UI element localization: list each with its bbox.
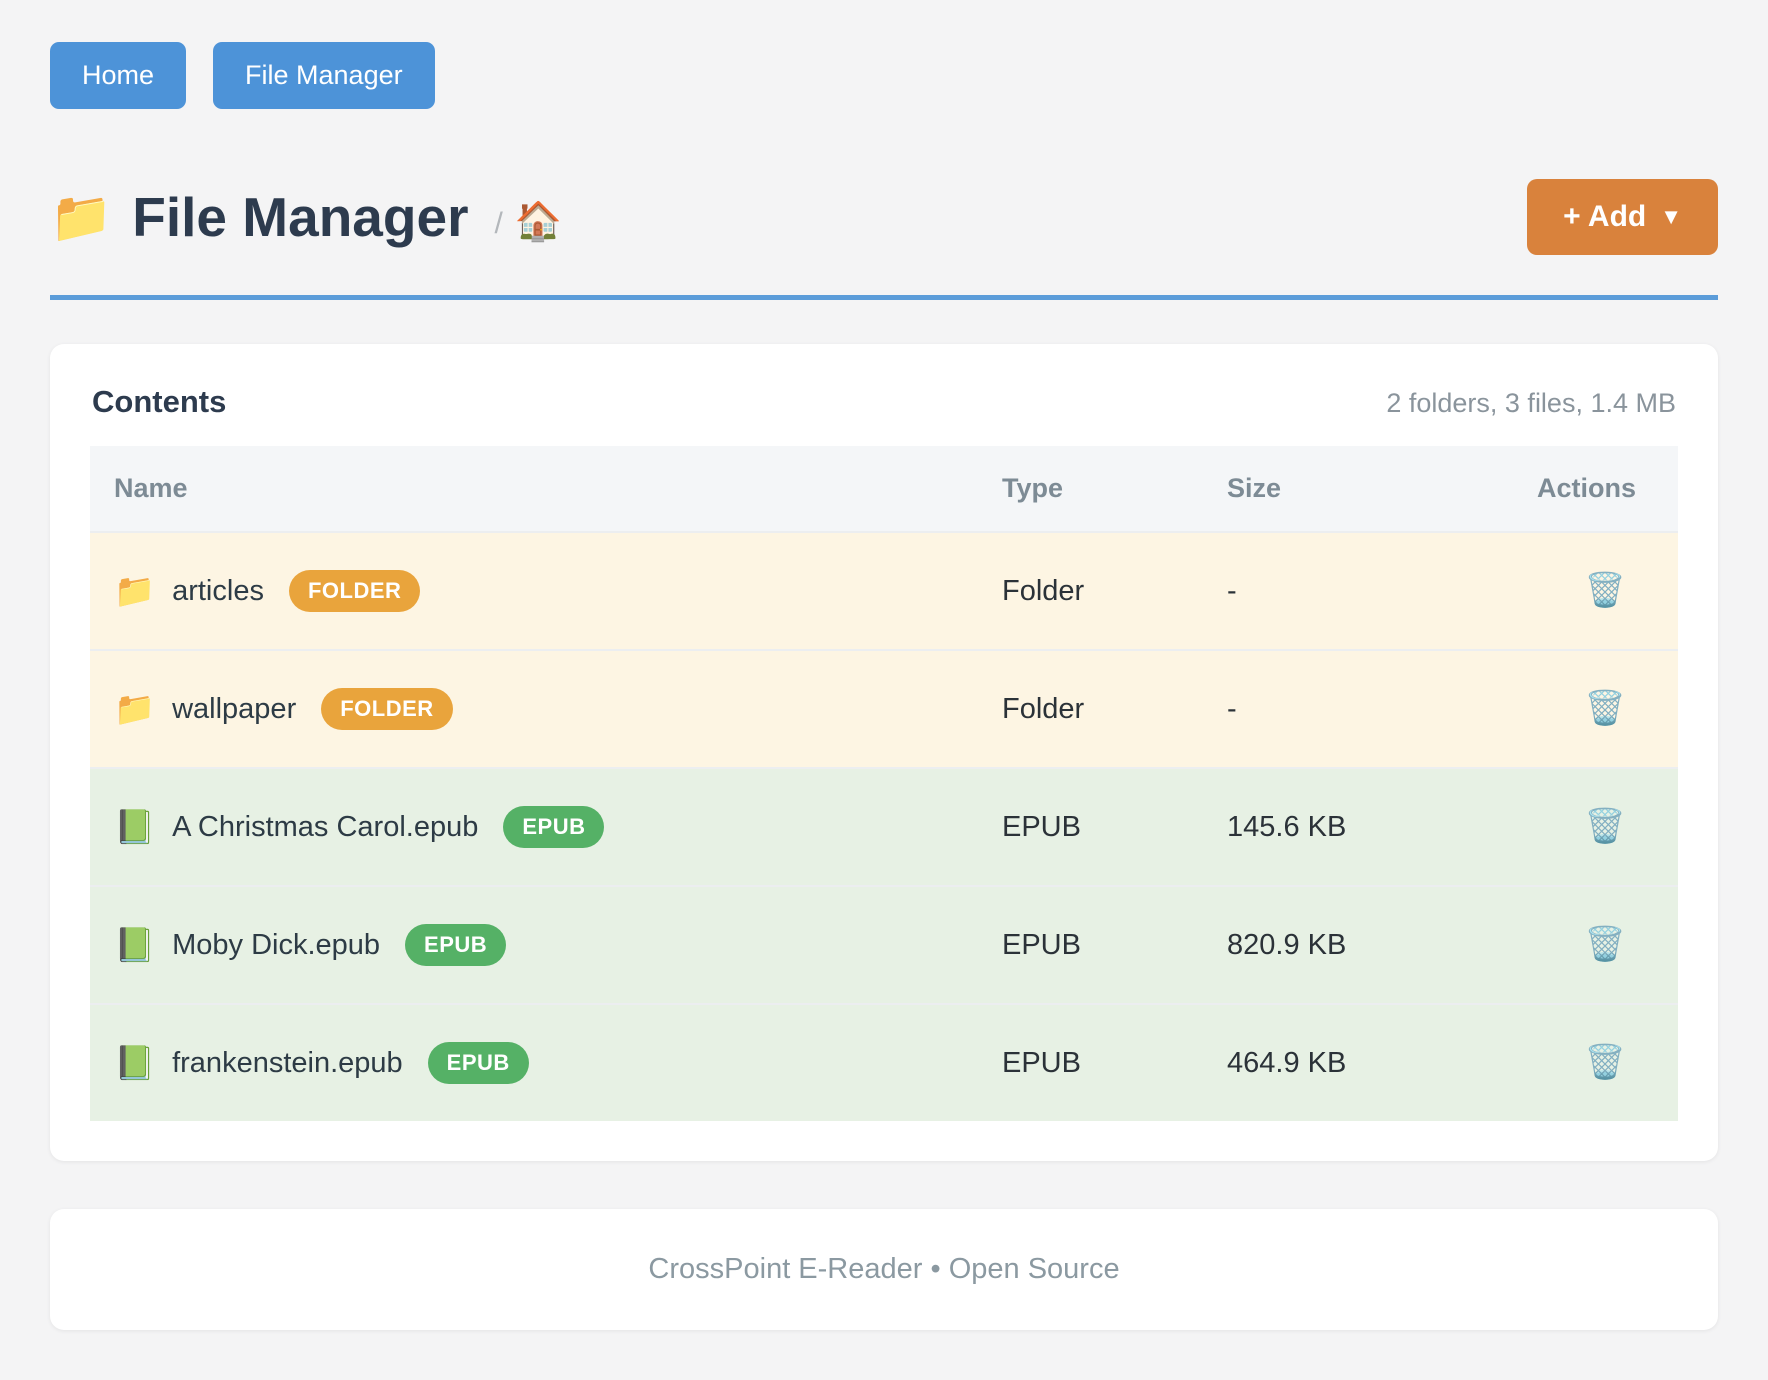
table-row: 📁 wallpaper FOLDER Folder - 🗑️ — [90, 650, 1678, 768]
file-type: EPUB — [978, 768, 1203, 886]
delete-button[interactable]: 🗑️ — [1585, 927, 1626, 960]
top-nav: Home File Manager — [50, 42, 1718, 109]
home-button[interactable]: Home — [50, 42, 186, 109]
home-breadcrumb-icon[interactable]: 🏠 — [515, 200, 562, 244]
page-title: File Manager — [132, 185, 468, 249]
file-icon: 📗 — [114, 808, 155, 847]
column-header-type: Type — [978, 446, 1203, 532]
table-row: 📁 articles FOLDER Folder - 🗑️ — [90, 532, 1678, 650]
table-row: 📗 Moby Dick.epub EPUB EPUB 820.9 KB 🗑️ — [90, 886, 1678, 1004]
file-icon: 📗 — [114, 1044, 155, 1083]
breadcrumb-separator: / — [494, 207, 502, 241]
file-icon: 📁 — [114, 690, 155, 729]
title-row: 📁 File Manager / 🏠 + Add ▼ — [50, 179, 1718, 255]
footer-text: CrossPoint E-Reader • Open Source — [94, 1253, 1674, 1286]
file-table-body: 📁 articles FOLDER Folder - 🗑️ 📁 wallpape… — [90, 532, 1678, 1121]
chevron-down-icon: ▼ — [1660, 204, 1682, 230]
file-type-badge: EPUB — [405, 924, 506, 966]
title-divider — [50, 295, 1718, 300]
delete-button[interactable]: 🗑️ — [1585, 809, 1626, 842]
table-row: 📗 frankenstein.epub EPUB EPUB 464.9 KB 🗑… — [90, 1004, 1678, 1121]
file-type: EPUB — [978, 1004, 1203, 1121]
folder-icon: 📁 — [50, 188, 112, 247]
file-type-badge: FOLDER — [321, 688, 452, 730]
file-name[interactable]: A Christmas Carol.epub — [172, 811, 478, 844]
file-name[interactable]: articles — [172, 575, 264, 608]
file-size: 464.9 KB — [1203, 1004, 1453, 1121]
table-row: 📗 A Christmas Carol.epub EPUB EPUB 145.6… — [90, 768, 1678, 886]
file-table: Name Type Size Actions 📁 articles FOLDER… — [90, 446, 1678, 1121]
file-type: Folder — [978, 532, 1203, 650]
column-header-actions: Actions — [1453, 446, 1678, 532]
file-manager-button[interactable]: File Manager — [213, 42, 435, 109]
file-name[interactable]: Moby Dick.epub — [172, 929, 380, 962]
file-type: Folder — [978, 650, 1203, 768]
delete-button[interactable]: 🗑️ — [1585, 1045, 1626, 1078]
delete-button[interactable]: 🗑️ — [1585, 573, 1626, 606]
contents-card: Contents 2 folders, 3 files, 1.4 MB Name… — [50, 344, 1718, 1161]
file-type: EPUB — [978, 886, 1203, 1004]
title-group: 📁 File Manager / 🏠 — [50, 185, 562, 249]
trash-icon: 🗑️ — [1585, 807, 1626, 844]
trash-icon: 🗑️ — [1585, 571, 1626, 608]
file-size: 820.9 KB — [1203, 886, 1453, 1004]
page: Home File Manager 📁 File Manager / 🏠 + A… — [0, 0, 1768, 1330]
add-button-label: + Add — [1563, 200, 1646, 234]
contents-header: Contents 2 folders, 3 files, 1.4 MB — [90, 384, 1678, 420]
footer: CrossPoint E-Reader • Open Source — [50, 1209, 1718, 1330]
file-type-badge: EPUB — [503, 806, 604, 848]
trash-icon: 🗑️ — [1585, 925, 1626, 962]
file-icon: 📁 — [114, 572, 155, 611]
file-type-badge: FOLDER — [289, 570, 420, 612]
file-icon: 📗 — [114, 926, 155, 965]
column-header-name: Name — [90, 446, 978, 532]
file-size: - — [1203, 650, 1453, 768]
column-header-size: Size — [1203, 446, 1453, 532]
contents-title: Contents — [92, 384, 226, 420]
trash-icon: 🗑️ — [1585, 1043, 1626, 1080]
add-button[interactable]: + Add ▼ — [1527, 179, 1718, 255]
contents-summary: 2 folders, 3 files, 1.4 MB — [1386, 388, 1676, 419]
file-name[interactable]: wallpaper — [172, 693, 296, 726]
file-size: - — [1203, 532, 1453, 650]
file-name[interactable]: frankenstein.epub — [172, 1047, 403, 1080]
file-size: 145.6 KB — [1203, 768, 1453, 886]
file-type-badge: EPUB — [428, 1042, 529, 1084]
file-table-head: Name Type Size Actions — [90, 446, 1678, 532]
delete-button[interactable]: 🗑️ — [1585, 691, 1626, 724]
trash-icon: 🗑️ — [1585, 689, 1626, 726]
